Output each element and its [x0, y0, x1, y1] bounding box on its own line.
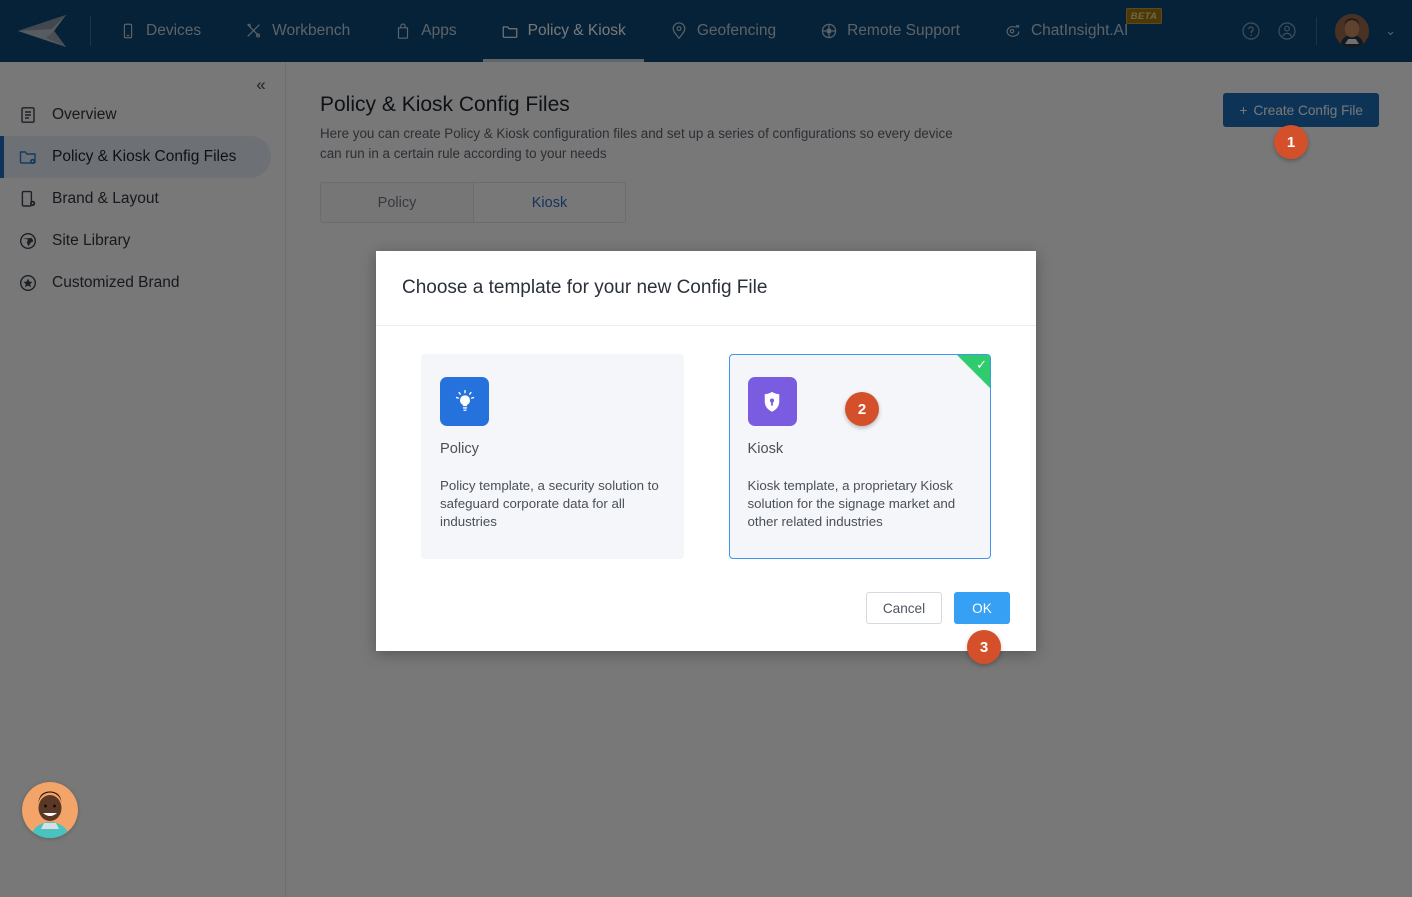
- dialog-body: Policy Policy template, a security solut…: [376, 326, 1036, 559]
- dialog-title: Choose a template for your new Config Fi…: [402, 277, 767, 299]
- shield-lock-icon: [748, 377, 797, 426]
- template-card-kiosk[interactable]: ✓ Kiosk Kiosk template, a proprietary Ki…: [729, 354, 992, 559]
- dialog-header: Choose a template for your new Config Fi…: [376, 251, 1036, 326]
- template-name: Kiosk: [748, 441, 971, 457]
- template-description: Kiosk template, a proprietary Kiosk solu…: [748, 477, 971, 531]
- support-agent-avatar-icon: [22, 782, 78, 838]
- app-root: Devices Workbench Apps: [0, 0, 1412, 897]
- choose-template-dialog: Choose a template for your new Config Fi…: [376, 251, 1036, 651]
- lightbulb-icon: [440, 377, 489, 426]
- step-marker-3: 3: [967, 630, 1001, 664]
- template-description: Policy template, a security solution to …: [440, 477, 663, 531]
- dialog-footer: Cancel OK: [866, 592, 1010, 624]
- template-name: Policy: [440, 441, 663, 457]
- template-card-policy[interactable]: Policy Policy template, a security solut…: [421, 354, 684, 559]
- step-marker-2: 2: [845, 392, 879, 426]
- cancel-button[interactable]: Cancel: [866, 592, 942, 624]
- support-chat-avatar-button[interactable]: [22, 782, 78, 838]
- check-icon: ✓: [976, 358, 987, 371]
- ok-button[interactable]: OK: [954, 592, 1010, 624]
- step-marker-1: 1: [1274, 125, 1308, 159]
